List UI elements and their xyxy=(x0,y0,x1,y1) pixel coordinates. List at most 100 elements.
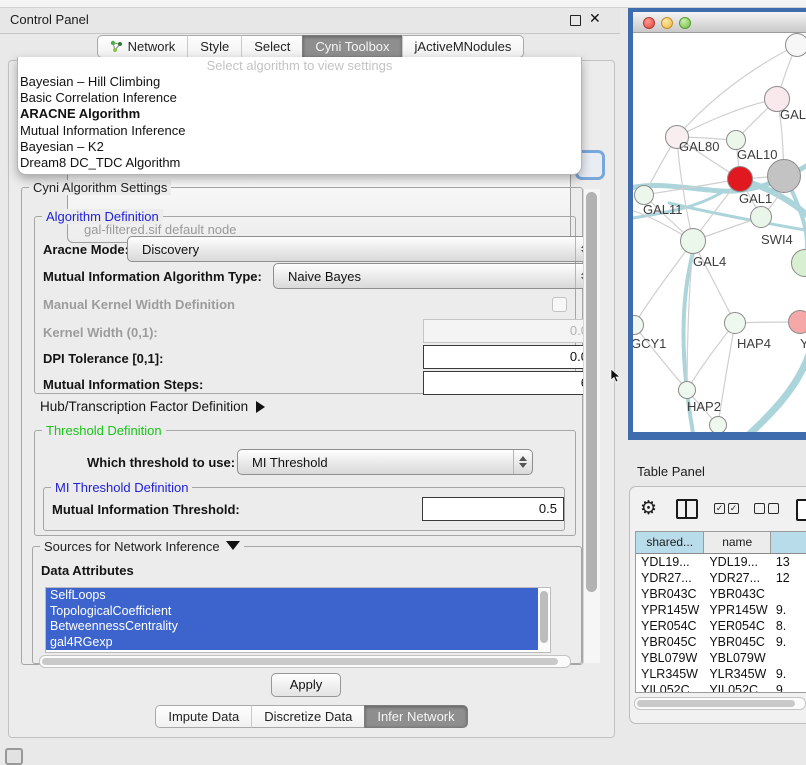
table-cell[interactable]: 9. xyxy=(771,666,806,682)
tab-label: Select xyxy=(254,39,290,54)
tab-style[interactable]: Style xyxy=(187,35,241,58)
table-row[interactable]: YBR043CYBR043C xyxy=(636,586,806,602)
hub-definition-expander[interactable]: Hub/Transcription Factor Definition xyxy=(40,399,265,414)
attribute-item-topologicalcoefficient[interactable]: TopologicalCoefficient xyxy=(46,604,538,620)
table-cell[interactable]: 12 xyxy=(771,570,806,586)
table-cell[interactable]: 9. xyxy=(771,602,806,618)
dpi-tolerance-field[interactable]: 0.0 xyxy=(423,345,595,369)
network-node[interactable] xyxy=(750,206,772,228)
table-row[interactable]: YBR045CYBR045C9. xyxy=(636,634,806,650)
table-cell[interactable]: YBR045C xyxy=(636,634,704,650)
network-node[interactable] xyxy=(709,416,727,432)
tab-cyni-toolbox[interactable]: Cyni Toolbox xyxy=(302,35,401,58)
algorithm-item-dream8-dc-tdc-algorithm[interactable]: Dream8 DC_TDC Algorithm xyxy=(18,155,581,171)
minimize-traffic-light-icon[interactable] xyxy=(661,17,673,29)
network-node[interactable] xyxy=(678,381,696,399)
table-cell[interactable] xyxy=(771,650,806,666)
table-cell[interactable] xyxy=(771,586,806,602)
table-cell[interactable]: 9 xyxy=(771,682,806,693)
tab-network[interactable]: Network xyxy=(97,35,188,58)
new-table-icon[interactable] xyxy=(796,499,806,521)
column-header-extra[interactable] xyxy=(771,532,806,553)
table-cell[interactable]: YER054C xyxy=(704,618,771,634)
table-cell[interactable]: YDR27... xyxy=(704,570,771,586)
algorithm-item-basic-correlation-inference[interactable]: Basic Correlation Inference xyxy=(18,90,581,106)
tab-label: Discretize Data xyxy=(264,709,352,724)
algorithm-item-aracne-algorithm[interactable]: ARACNE Algorithm xyxy=(18,106,581,122)
tab-impute-data[interactable]: Impute Data xyxy=(155,705,251,728)
table-row[interactable]: YDR27...YDR27...12 xyxy=(636,570,806,586)
table-cell[interactable]: 13 xyxy=(771,554,806,570)
table-row[interactable]: YDL19...YDL19...13 xyxy=(636,554,806,570)
table-cell[interactable]: YDL19... xyxy=(636,554,704,570)
panel-vertical-scrollbar[interactable] xyxy=(583,189,600,663)
kernel-width-field[interactable]: 0.0 xyxy=(423,319,595,343)
algorithm-item-mutual-information-inference[interactable]: Mutual Information Inference xyxy=(18,123,581,139)
network-node[interactable] xyxy=(767,159,801,193)
mi-steps-field[interactable]: 6 xyxy=(423,371,595,395)
table-horizontal-scrollbar[interactable] xyxy=(634,697,806,710)
network-node[interactable] xyxy=(727,166,753,192)
table-row[interactable]: YLR345WYLR345W9. xyxy=(636,666,806,682)
table-cell[interactable]: YLR345W xyxy=(636,666,704,682)
select-all-check-icon[interactable]: ✓ xyxy=(728,503,739,514)
table-cell[interactable]: YPR145W xyxy=(636,602,704,618)
sources-horizontal-scrollbar[interactable] xyxy=(39,655,571,668)
list-vertical-scrollbar[interactable] xyxy=(538,589,549,651)
attribute-item-betweennesscentrality[interactable]: BetweennessCentrality xyxy=(46,619,538,635)
table-cell[interactable]: YDL19... xyxy=(704,554,771,570)
tab-discretize-data[interactable]: Discretize Data xyxy=(251,705,364,728)
network-node[interactable] xyxy=(785,33,806,57)
mi-threshold-field[interactable]: 0.5 xyxy=(422,497,564,521)
deselect-all-box-icon[interactable] xyxy=(768,503,779,514)
aracne-mode-select[interactable]: Discovery xyxy=(127,236,595,262)
table-cell[interactable]: YIL052C xyxy=(704,682,771,693)
tab-label: Infer Network xyxy=(377,709,454,724)
table-row[interactable]: YPR145WYPR145W9. xyxy=(636,602,806,618)
column-header-name[interactable]: name xyxy=(704,532,771,553)
table-cell[interactable]: 8. xyxy=(771,618,806,634)
network-node[interactable] xyxy=(680,228,706,254)
close-traffic-light-icon[interactable] xyxy=(643,17,655,29)
split-columns-icon[interactable] xyxy=(676,499,698,519)
network-node[interactable] xyxy=(788,310,806,334)
table-cell[interactable]: YBL079W xyxy=(704,650,771,666)
column-header-shared[interactable]: shared... xyxy=(636,532,704,553)
deselect-all-box-icon[interactable] xyxy=(754,503,765,514)
network-node[interactable] xyxy=(724,312,746,334)
algorithm-item-bayesian-k2[interactable]: Bayesian – K2 xyxy=(18,139,581,155)
table-row[interactable]: YIL052CYIL052C9 xyxy=(636,682,806,693)
float-window-icon[interactable] xyxy=(570,15,581,26)
table-row[interactable]: YER054CYER054C8. xyxy=(636,618,806,634)
network-window-titlebar[interactable] xyxy=(633,12,806,33)
table-cell[interactable]: YER054C xyxy=(636,618,704,634)
attribute-item-gal4rgexp[interactable]: gal4RGexp xyxy=(46,635,538,651)
gear-icon[interactable]: ⚙ xyxy=(640,499,657,519)
table-cell[interactable]: YDR27... xyxy=(636,570,704,586)
tab-select[interactable]: Select xyxy=(241,35,302,58)
select-all-check-icon[interactable]: ✓ xyxy=(714,503,725,514)
manual-kernel-checkbox[interactable] xyxy=(552,297,567,312)
table-cell[interactable]: YPR145W xyxy=(704,602,771,618)
zoom-traffic-light-icon[interactable] xyxy=(679,17,691,29)
table-cell[interactable]: YBR043C xyxy=(704,586,771,602)
table-cell[interactable]: YBR045C xyxy=(704,634,771,650)
table-cell[interactable]: YBL079W xyxy=(636,650,704,666)
close-icon[interactable]: ✕ xyxy=(589,10,601,27)
apply-button[interactable]: Apply xyxy=(271,673,341,697)
network-canvas[interactable]: GALGAL80GAL10GAL1GAL11SWI4GAL4GCY1HAP4YH… xyxy=(633,33,806,432)
panel-corner-icon[interactable] xyxy=(5,748,23,765)
attribute-item-selfloops[interactable]: SelfLoops xyxy=(46,588,538,604)
tab-infer-network[interactable]: Infer Network xyxy=(364,705,467,728)
data-attributes-list[interactable]: SelfLoopsTopologicalCoefficientBetweenne… xyxy=(45,587,551,653)
which-threshold-select[interactable]: MI Threshold xyxy=(237,449,533,475)
table-cell[interactable]: 9. xyxy=(771,634,806,650)
table-cell[interactable]: YIL052C xyxy=(636,682,704,693)
table-cell[interactable]: YBR043C xyxy=(636,586,704,602)
tab-jactivemnodules[interactable]: jActiveMNodules xyxy=(402,35,525,58)
table-row[interactable]: YBL079WYBL079W xyxy=(636,650,806,666)
table-cell[interactable]: YLR345W xyxy=(704,666,771,682)
tab-label: jActiveMNodules xyxy=(415,39,512,54)
algorithm-item-bayesian-hill-climbing[interactable]: Bayesian – Hill Climbing xyxy=(18,74,581,90)
mi-algorithm-type-select[interactable]: Naive Bayes xyxy=(273,263,595,289)
